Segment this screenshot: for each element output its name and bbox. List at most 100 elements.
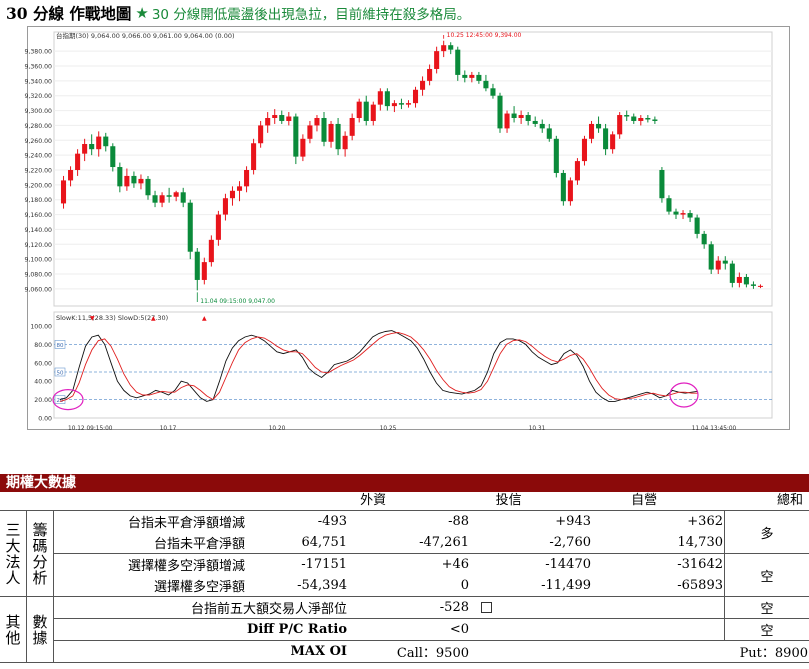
- price-y-tick-label: 9,200.00: [24, 182, 52, 189]
- candle-body: [166, 195, 172, 197]
- group-char: 他: [5, 628, 21, 647]
- x-tick-label: 10.25: [380, 426, 397, 432]
- stoch-y-tick-label: 80.00: [34, 342, 52, 349]
- candle-body: [525, 115, 531, 121]
- candle-body: [652, 119, 658, 121]
- candle-body: [300, 138, 306, 157]
- candle-body: [194, 251, 200, 280]
- stoch-y-tick-label: 100.00: [30, 324, 52, 331]
- top5-label: 台指前五大額交易人淨部位: [53, 596, 348, 619]
- price-y-tick-label: 9,220.00: [24, 168, 52, 175]
- signal-triangle-icon: ▲: [151, 315, 156, 322]
- candle-body: [708, 244, 714, 270]
- candle-body: [201, 262, 207, 280]
- candle-body: [581, 138, 588, 162]
- candle-body: [680, 213, 686, 215]
- candle-body: [145, 178, 151, 196]
- x-tick-label: 10.17: [160, 426, 177, 432]
- verdict-options: 空: [724, 553, 809, 597]
- max-oi-put: Put：8900: [592, 640, 809, 663]
- col-header-trust: 投信: [392, 492, 528, 511]
- option-data-table: 期權大數據 外資 投信 自營 總和 三 大 法 人 籌 碼 分 析 台指未平倉淨…: [0, 474, 809, 669]
- pc-ratio-verdict: 空: [724, 618, 809, 641]
- signal-triangle-icon: ▲: [202, 315, 207, 322]
- star-icon: ★: [135, 4, 149, 22]
- cell-total: -31642: [677, 557, 723, 572]
- stoch-ref-label: 50: [57, 371, 64, 377]
- candle-body: [60, 180, 67, 204]
- cell-total: 14,730: [592, 532, 725, 554]
- high-annotation: 10.25 12:45:00 9,394.00: [447, 32, 522, 39]
- pc-ratio-label: Diff P/C Ratio: [53, 618, 348, 641]
- price-y-tick-label: 9,320.00: [24, 93, 52, 100]
- table-title: 期權大數據: [0, 474, 809, 492]
- candle-body: [222, 198, 228, 215]
- highlight-circle: [669, 382, 699, 408]
- price-y-tick-label: 9,280.00: [24, 123, 52, 130]
- candle-body: [638, 118, 644, 121]
- stoch-y-tick-label: 0.00: [38, 416, 52, 423]
- cell-foreign: -493: [317, 514, 347, 529]
- row-label: 台指未平倉淨額: [53, 532, 246, 554]
- candle-body: [208, 239, 214, 263]
- price-y-tick-label: 9,360.00: [24, 64, 52, 71]
- candle-body: [251, 143, 257, 170]
- candle-body: [448, 45, 454, 50]
- cell-foreign: -54,394: [246, 575, 348, 597]
- candle-body: [131, 175, 137, 184]
- candle-body: [258, 125, 264, 144]
- candle-body: [757, 285, 764, 287]
- cell-total: -65893: [592, 575, 725, 597]
- candle-body: [694, 217, 700, 234]
- cell-dealer: +943: [555, 514, 591, 529]
- price-y-tick-label: 9,100.00: [24, 257, 52, 264]
- candle-body: [229, 190, 236, 199]
- stoch-y-tick-label: 40.00: [34, 379, 52, 386]
- top5-value: -528: [348, 596, 470, 619]
- cell-trust: -47,261: [348, 532, 470, 554]
- candle-body: [631, 116, 637, 121]
- price-y-tick-label: 9,080.00: [24, 272, 52, 279]
- candle-body: [750, 284, 756, 286]
- candle-body: [117, 167, 123, 187]
- stoch-series-line: [59, 331, 698, 402]
- stoch-ref-label: 80: [57, 343, 64, 349]
- candle-body: [553, 138, 559, 173]
- price-y-tick-label: 9,260.00: [24, 138, 52, 145]
- page-title: 30 分線 作戰地圖: [6, 4, 132, 23]
- candle-body: [743, 276, 749, 285]
- candle-body: [441, 45, 447, 52]
- candle-body: [215, 214, 221, 240]
- group-char: 析: [32, 568, 48, 587]
- candle-body: [173, 192, 179, 197]
- candle-body: [588, 123, 595, 139]
- candle-body: [314, 118, 320, 126]
- candle-body: [96, 136, 102, 150]
- candle-body: [391, 103, 397, 107]
- group-label-other: 其 他: [0, 596, 27, 663]
- candle-body: [335, 123, 341, 150]
- candle-body: [497, 95, 503, 129]
- candle-body: [645, 118, 651, 120]
- stoch-y-tick-label: 20.00: [34, 397, 52, 404]
- page-subtitle: 30 分線開低震盪後出現急拉，目前維持在殺多格局。: [151, 7, 471, 23]
- candle-body: [603, 128, 609, 150]
- candle-body: [89, 144, 95, 150]
- candle-body: [384, 91, 390, 107]
- candle-body: [617, 115, 623, 135]
- cell-trust: +46: [441, 557, 469, 572]
- cell-dealer: -2,760: [470, 532, 592, 554]
- candle-body: [596, 123, 602, 129]
- price-y-tick-label: 9,180.00: [24, 197, 52, 204]
- price-y-tick-label: 9,060.00: [24, 286, 52, 293]
- candle-body: [307, 125, 313, 139]
- candle-body: [321, 118, 327, 142]
- price-y-tick-label: 9,120.00: [24, 242, 52, 249]
- group-label-analysis: 籌 碼 分 析: [26, 511, 54, 597]
- pc-ratio-value: <0: [348, 618, 470, 641]
- price-plot-area: [53, 31, 773, 307]
- candle-body: [363, 101, 369, 121]
- candle-body: [736, 276, 742, 283]
- candle-body: [490, 88, 496, 96]
- candle-body: [701, 233, 707, 245]
